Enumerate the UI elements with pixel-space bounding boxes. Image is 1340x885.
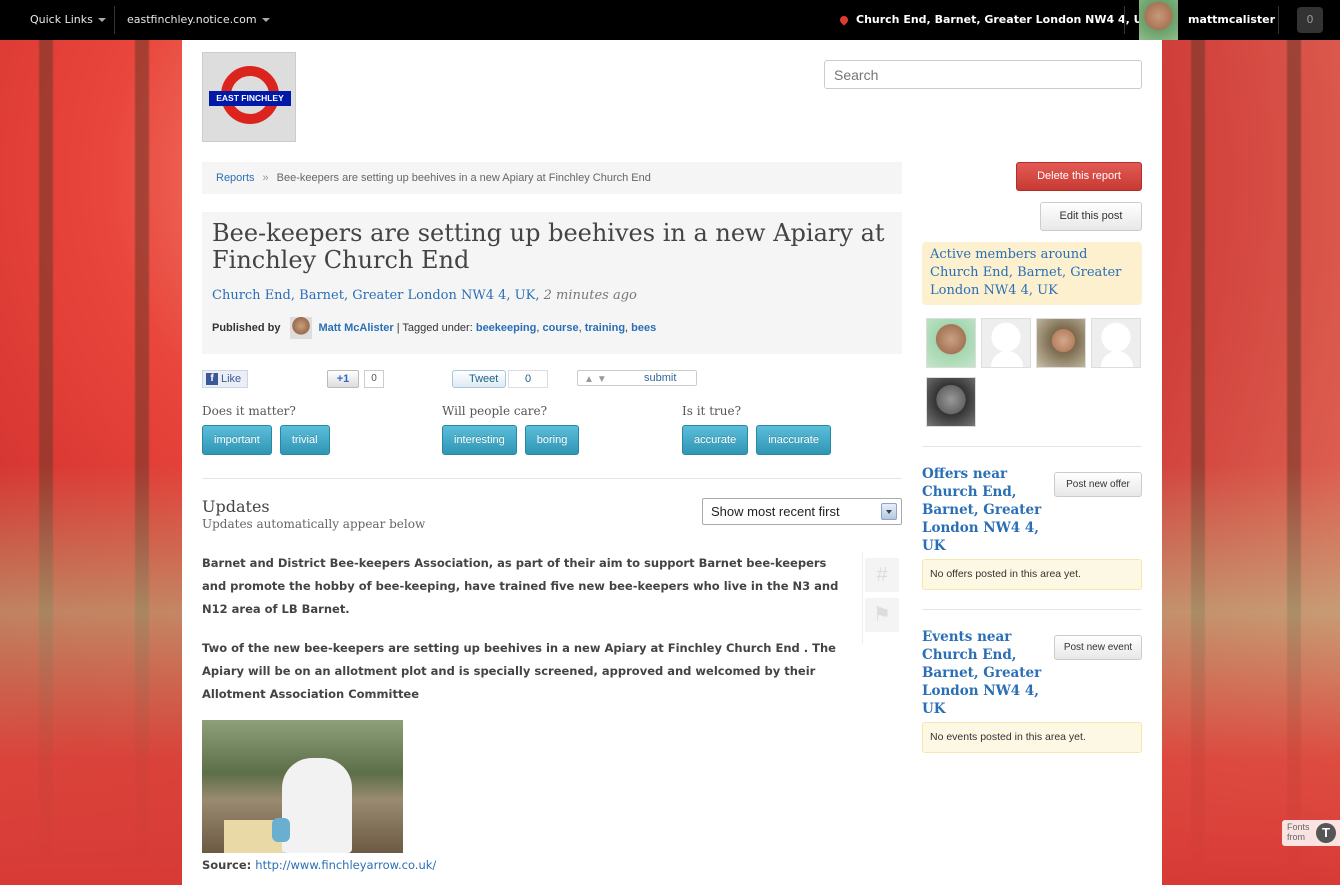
beekeeper-suit-shape <box>282 758 352 853</box>
active-members-heading[interactable]: Active members around Church End, Barnet… <box>922 242 1142 305</box>
vote-trivial-button[interactable]: trivial <box>279 425 330 455</box>
body-paragraph: Barnet and District Bee-keepers Associat… <box>202 556 839 616</box>
member-avatar[interactable] <box>926 377 976 427</box>
notifications-badge[interactable]: 0 <box>1297 7 1323 33</box>
page-title: Bee-keepers are setting up beehives in a… <box>212 219 885 274</box>
offers-empty-notice: No offers posted in this area yet. <box>922 559 1142 590</box>
updates-subtitle: Updates automatically appear below <box>202 517 426 531</box>
facebook-like-button[interactable]: Like <box>202 370 248 388</box>
divider <box>922 609 1142 610</box>
report-meta: Church End, Barnet, Greater London NW4 4… <box>212 288 637 303</box>
tagged-label: | Tagged under: <box>396 322 473 334</box>
body-paragraph: Two of the new bee-keepers are setting u… <box>202 641 836 701</box>
search-input[interactable] <box>824 60 1142 89</box>
caret-down-icon <box>97 18 106 22</box>
vote-group-true: Is it true? accurate inaccurate <box>682 404 839 455</box>
divider <box>1124 6 1125 34</box>
breadcrumb-reports-link[interactable]: Reports <box>216 172 255 184</box>
beekeeper-photo <box>202 720 403 853</box>
site-menu[interactable]: eastfinchley.notice.com <box>127 0 270 40</box>
typekit-logo-icon: T <box>1316 823 1336 843</box>
update-actions: # ⚑ <box>862 552 899 644</box>
member-avatar[interactable] <box>981 318 1031 368</box>
source-label: Source: <box>202 858 252 872</box>
report-location-link[interactable]: Church End, Barnet, Greater London NW4 4… <box>212 288 535 303</box>
divider <box>202 478 902 479</box>
report-time: 2 minutes ago <box>543 288 637 303</box>
vote-question: Is it true? <box>682 404 742 418</box>
chevron-down-icon <box>881 503 897 520</box>
vote-question: Does it matter? <box>202 404 296 418</box>
location-label: Church End, Barnet, Greater London NW4 4… <box>856 13 1152 26</box>
report-header: Bee-keepers are setting up beehives in a… <box>202 212 902 354</box>
post-new-offer-button[interactable]: Post new offer <box>1054 472 1142 497</box>
vote-accurate-button[interactable]: accurate <box>682 425 749 455</box>
roundel-bar: EAST FINCHLEY <box>209 91 291 106</box>
google-plus-button[interactable]: +1 <box>327 370 359 388</box>
tag-link[interactable]: training <box>585 322 625 334</box>
source-line: Source: http://www.finchleyarrow.co.uk/ <box>202 858 436 872</box>
vote-boring-button[interactable]: boring <box>524 425 580 455</box>
sort-selected-value: Show most recent first <box>711 504 840 519</box>
vote-group-matter: Does it matter? important trivial <box>202 404 338 455</box>
vote-group-care: Will people care? interesting boring <box>442 404 587 455</box>
published-line: Published by Matt McAlister | Tagged und… <box>212 317 892 339</box>
edit-post-button[interactable]: Edit this post <box>1040 202 1142 231</box>
tag-link[interactable]: course <box>543 322 579 334</box>
author-link[interactable]: Matt McAlister <box>318 322 393 334</box>
author-avatar[interactable] <box>290 317 313 339</box>
published-by-label: Published by <box>212 322 281 334</box>
events-heading[interactable]: Events near Church End, Barnet, Greater … <box>922 628 1052 718</box>
quick-links-menu[interactable]: Quick Links <box>30 0 106 40</box>
divider <box>922 446 1142 447</box>
vote-inaccurate-button[interactable]: inaccurate <box>756 425 831 455</box>
location-link[interactable]: Church End, Barnet, Greater London NW4 4… <box>838 0 1152 40</box>
social-buttons: Like +1 0 Tweet 0 ▲▼ submit <box>202 369 902 391</box>
sort-select[interactable]: Show most recent first <box>702 498 902 525</box>
top-navbar: Quick Links eastfinchley.notice.com Chur… <box>0 0 1340 40</box>
source-link[interactable]: http://www.finchleyarrow.co.uk/ <box>255 858 436 872</box>
member-avatar[interactable] <box>926 318 976 368</box>
site-logo[interactable]: EAST FINCHLEY <box>202 52 296 142</box>
flag-icon[interactable]: ⚑ <box>865 598 899 632</box>
divider <box>1278 6 1279 34</box>
member-avatar[interactable] <box>1036 318 1086 368</box>
tag-link[interactable]: beekeeping <box>476 322 537 334</box>
breadcrumb-divider: » <box>262 172 269 184</box>
breadcrumb: Reports » Bee-keepers are setting up beehi… <box>202 162 902 194</box>
site-label: eastfinchley.notice.com <box>127 13 257 26</box>
user-avatar[interactable] <box>1139 0 1178 40</box>
events-empty-notice: No events posted in this area yet. <box>922 722 1142 753</box>
offers-heading[interactable]: Offers near Church End, Barnet, Greater … <box>922 465 1052 555</box>
main-panel: EAST FINCHLEY Reports » Bee-keepers are se… <box>182 40 1162 885</box>
member-avatar[interactable] <box>1091 318 1141 368</box>
map-pin-icon <box>838 14 850 26</box>
vote-interesting-button[interactable]: interesting <box>442 425 517 455</box>
post-new-event-button[interactable]: Post new event <box>1054 635 1142 660</box>
tag-link[interactable]: bees <box>631 322 656 334</box>
reddit-submit-button[interactable]: ▲▼ submit <box>577 370 697 386</box>
hash-icon[interactable]: # <box>865 558 899 592</box>
reddit-arrows-icon: ▲▼ <box>584 374 610 385</box>
report-body: Barnet and District Bee-keepers Associat… <box>202 552 842 722</box>
tweet-button[interactable]: Tweet <box>452 370 506 388</box>
delete-report-button[interactable]: Delete this report <box>1016 162 1142 191</box>
glove-shape <box>272 818 290 842</box>
quick-links-label: Quick Links <box>30 13 93 26</box>
divider <box>114 6 115 34</box>
username-link[interactable]: mattmcalister <box>1188 0 1275 40</box>
vote-important-button[interactable]: important <box>202 425 272 455</box>
reddit-submit-label: submit <box>644 372 677 384</box>
tweet-count: 0 <box>508 370 548 388</box>
fonts-badge[interactable]: Fonts from T <box>1282 820 1340 846</box>
breadcrumb-current: Bee-keepers are setting up beehives in a… <box>276 172 651 184</box>
google-plus-count: 0 <box>364 370 384 388</box>
caret-down-icon <box>261 18 270 22</box>
updates-heading: Updates <box>202 497 270 516</box>
vote-question: Will people care? <box>442 404 548 418</box>
